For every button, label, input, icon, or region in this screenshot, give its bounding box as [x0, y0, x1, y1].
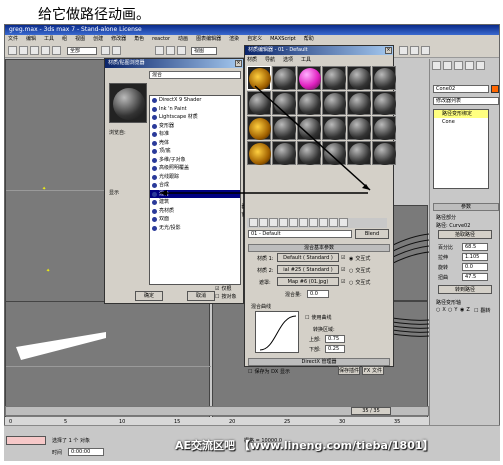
- watermark-text: AE交流区吧 【www.lineng.com/tieba/1801】: [175, 439, 434, 452]
- selection-status: 选择了 1 个 对象: [52, 438, 90, 444]
- time-field[interactable]: 0:00:00: [68, 448, 104, 456]
- time-label: 时间: [52, 450, 63, 456]
- annotation-arrows: [160, 85, 371, 196]
- maxscript-listener[interactable]: [6, 436, 46, 445]
